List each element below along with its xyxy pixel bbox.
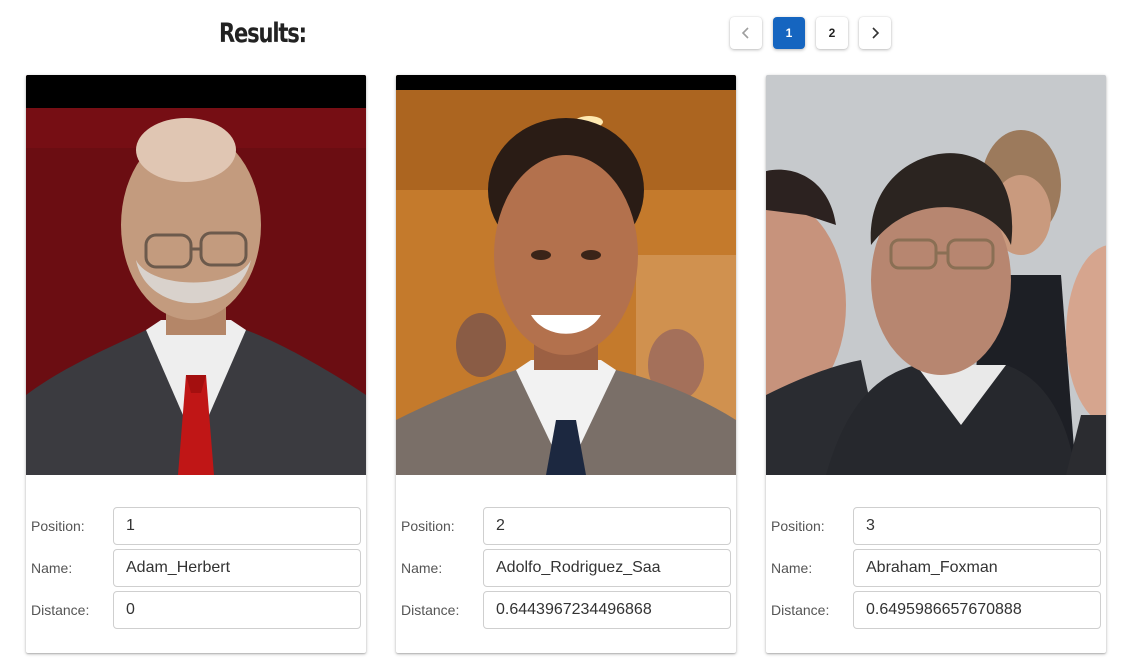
face-photo bbox=[26, 75, 366, 475]
previous-page-button[interactable] bbox=[730, 17, 762, 49]
distance-label: Distance: bbox=[31, 602, 90, 618]
face-photo bbox=[766, 75, 1106, 475]
page-1-button[interactable]: 1 bbox=[773, 17, 805, 49]
chevron-right-icon bbox=[872, 27, 880, 39]
position-label: Position: bbox=[771, 518, 825, 534]
position-row: Position: 3 bbox=[766, 507, 1106, 545]
name-row: Name: Abraham_Foxman bbox=[766, 549, 1106, 587]
position-row: Position: 1 bbox=[26, 507, 366, 545]
position-field[interactable]: 1 bbox=[113, 507, 361, 545]
position-field[interactable]: 2 bbox=[483, 507, 731, 545]
position-label: Position: bbox=[31, 518, 85, 534]
name-label: Name: bbox=[771, 560, 813, 576]
name-field[interactable]: Abraham_Foxman bbox=[853, 549, 1101, 587]
distance-field[interactable]: 0.6495986657670888 bbox=[853, 591, 1101, 629]
distance-label: Distance: bbox=[771, 602, 830, 618]
distance-row: Distance: 0.6495986657670888 bbox=[766, 591, 1106, 629]
pagination: 1 2 bbox=[730, 17, 891, 49]
next-page-button[interactable] bbox=[859, 17, 891, 49]
results-page: Results: 1 2 Position: 1 Name: Adam_Herb… bbox=[0, 0, 1138, 670]
distance-row: Distance: 0.6443967234496868 bbox=[396, 591, 736, 629]
position-row: Position: 2 bbox=[396, 507, 736, 545]
name-label: Name: bbox=[31, 560, 73, 576]
position-field[interactable]: 3 bbox=[853, 507, 1101, 545]
face-photo bbox=[396, 75, 736, 475]
chevron-left-icon bbox=[741, 27, 749, 39]
name-field[interactable]: Adolfo_Rodriguez_Saa bbox=[483, 549, 731, 587]
name-label: Name: bbox=[401, 560, 443, 576]
page-2-button[interactable]: 2 bbox=[816, 17, 848, 49]
name-row: Name: Adam_Herbert bbox=[26, 549, 366, 587]
name-row: Name: Adolfo_Rodriguez_Saa bbox=[396, 549, 736, 587]
result-card: Position: 3 Name: Abraham_Foxman Distanc… bbox=[766, 75, 1106, 653]
distance-field[interactable]: 0 bbox=[113, 591, 361, 629]
position-label: Position: bbox=[401, 518, 455, 534]
result-card: Position: 1 Name: Adam_Herbert Distance:… bbox=[26, 75, 366, 653]
name-field[interactable]: Adam_Herbert bbox=[113, 549, 361, 587]
distance-row: Distance: 0 bbox=[26, 591, 366, 629]
page-title: Results: bbox=[219, 18, 307, 49]
distance-label: Distance: bbox=[401, 602, 460, 618]
distance-field[interactable]: 0.6443967234496868 bbox=[483, 591, 731, 629]
result-card: Position: 2 Name: Adolfo_Rodriguez_Saa D… bbox=[396, 75, 736, 653]
